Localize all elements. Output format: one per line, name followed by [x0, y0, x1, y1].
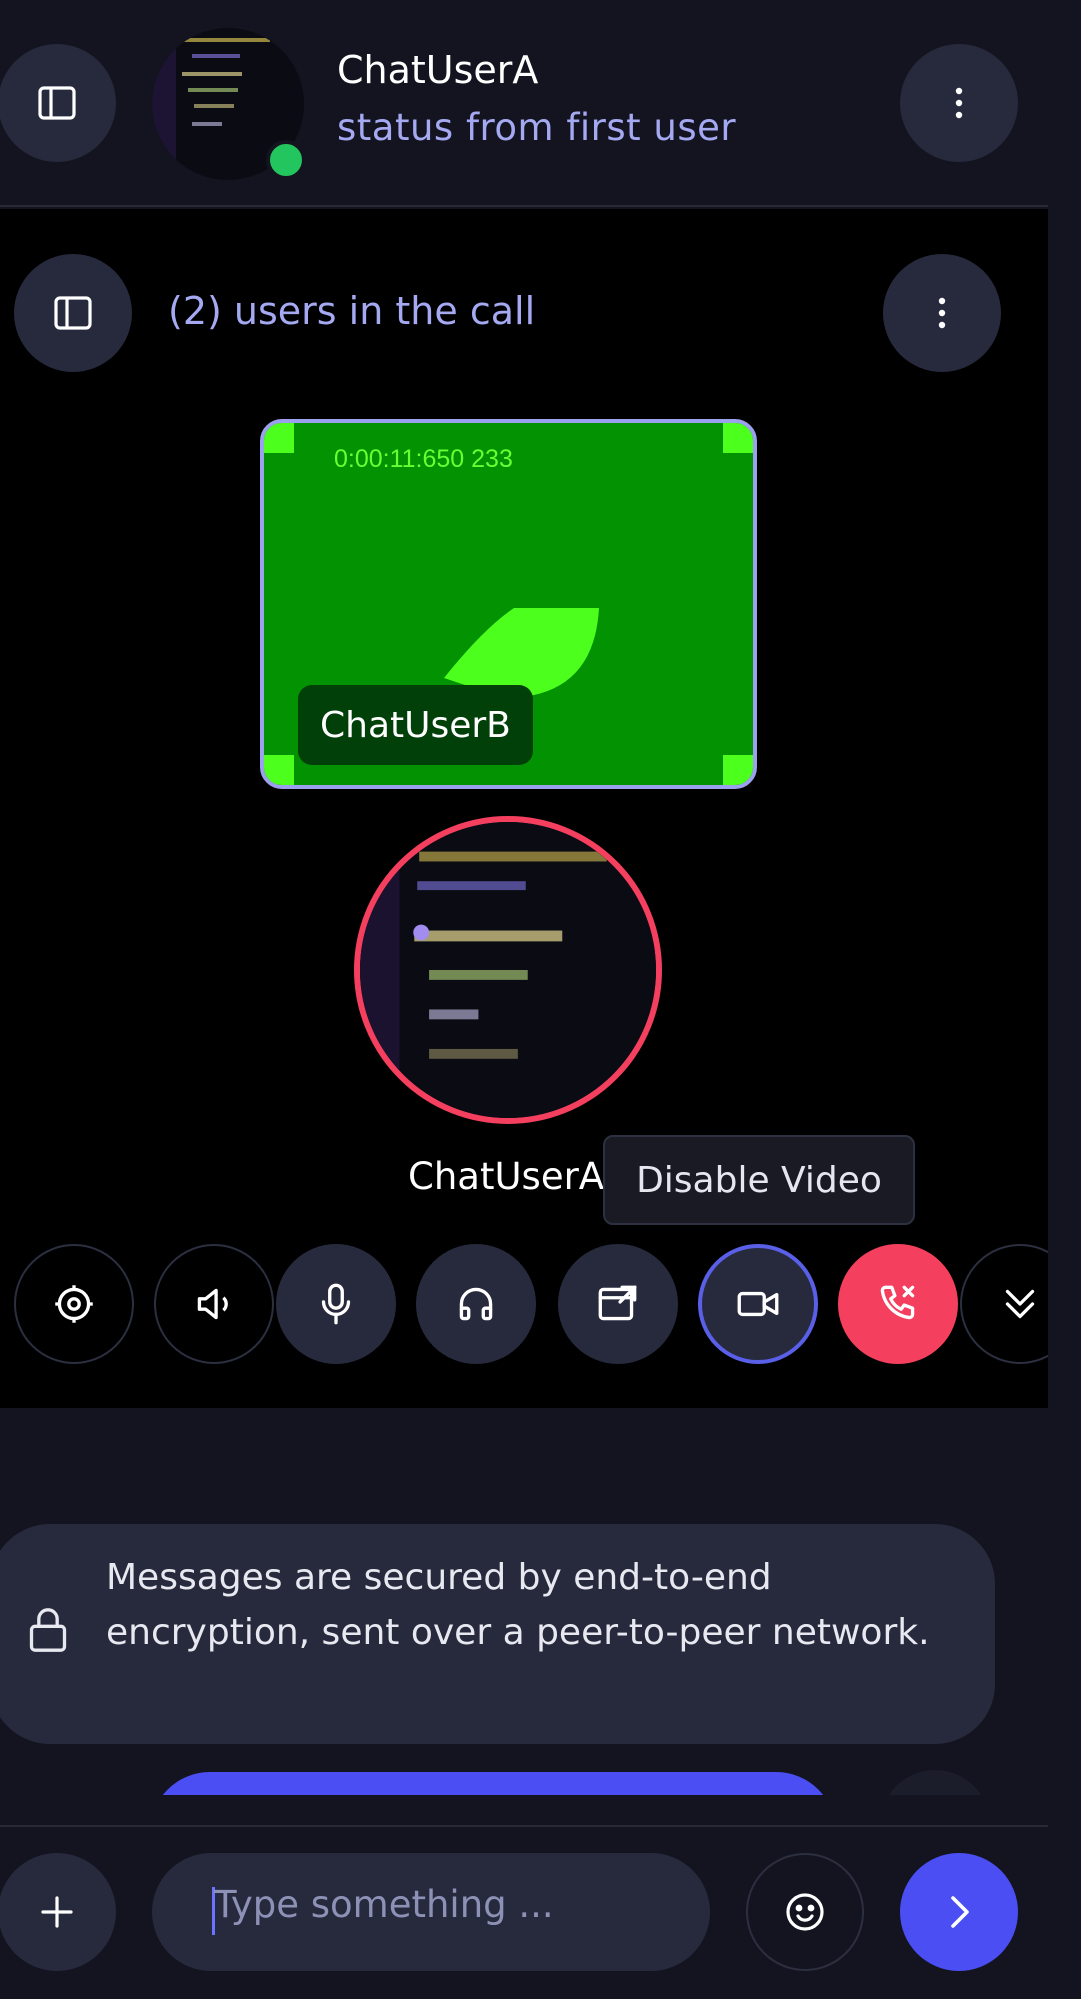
plus-icon	[41, 1896, 73, 1928]
smiley-icon	[786, 1893, 824, 1931]
more-vertical-icon	[938, 297, 946, 329]
message-input-placeholder: Type something ...	[214, 1883, 554, 1926]
screen-share-icon	[598, 1285, 637, 1321]
settings-icon	[55, 1285, 93, 1323]
local-user-name: ChatUserA	[408, 1155, 605, 1198]
video-corner-marker	[264, 423, 294, 453]
disable-video-button[interactable]	[698, 1244, 818, 1364]
call-panel: (2) users in the call 0:00:11:650 233 Ch…	[0, 209, 1080, 1408]
hang-up-button[interactable]	[838, 1244, 958, 1364]
scrollbar-track[interactable]	[1048, 0, 1081, 1999]
remote-video-tile[interactable]: 0:00:11:650 233 ChatUserB	[260, 419, 757, 789]
microphone-icon	[321, 1283, 351, 1325]
chevron-right-icon	[951, 1896, 969, 1928]
video-corner-marker	[723, 755, 753, 785]
call-users-count: (2) users in the call	[168, 289, 536, 333]
speaker-button[interactable]	[154, 1244, 274, 1364]
speaker-icon	[197, 1288, 228, 1320]
phone-hangup-icon	[880, 1285, 915, 1320]
add-attachment-button[interactable]	[0, 1853, 116, 1971]
headphones-icon	[459, 1287, 493, 1321]
video-timecode: 0:00:11:650 233	[334, 445, 513, 473]
chat-user-name: ChatUserA	[337, 48, 539, 92]
emoji-button[interactable]	[746, 1853, 864, 1971]
send-button[interactable]	[900, 1853, 1018, 1971]
message-input[interactable]: Type something ...	[152, 1853, 710, 1971]
video-corner-marker	[723, 423, 753, 453]
message-list-edge	[0, 1795, 1081, 1825]
call-more-button[interactable]	[883, 254, 1001, 372]
local-user-avatar	[354, 816, 662, 1124]
message-composer: Type something ...	[0, 1825, 1048, 1999]
toggle-sidebar-button[interactable]	[0, 44, 116, 162]
code-screen-icon	[360, 822, 656, 1118]
headphones-button[interactable]	[416, 1244, 536, 1364]
header-more-button[interactable]	[900, 44, 1018, 162]
more-vertical-icon	[955, 87, 963, 119]
call-sidebar-button[interactable]	[14, 254, 132, 372]
encryption-notice: Messages are secured by end-to-end encry…	[0, 1524, 995, 1744]
chat-header: ChatUserA status from first user	[0, 0, 1048, 207]
online-status-dot	[266, 140, 306, 180]
sidebar-icon	[54, 296, 92, 330]
call-settings-button[interactable]	[14, 1244, 134, 1364]
video-camera-icon	[737, 1291, 779, 1317]
encryption-notice-text: Messages are secured by end-to-end encry…	[106, 1557, 930, 1653]
video-corner-marker	[264, 755, 294, 785]
chevrons-down-icon	[1005, 1289, 1035, 1319]
sidebar-icon	[38, 86, 76, 120]
chat-user-status: status from first user	[337, 106, 737, 149]
lock-icon	[29, 1608, 67, 1652]
remote-user-name-tag: ChatUserB	[298, 685, 533, 765]
screen-share-button[interactable]	[558, 1244, 678, 1364]
disable-video-tooltip: Disable Video	[603, 1135, 915, 1225]
header-avatar[interactable]	[152, 28, 306, 180]
microphone-button[interactable]	[276, 1244, 396, 1364]
